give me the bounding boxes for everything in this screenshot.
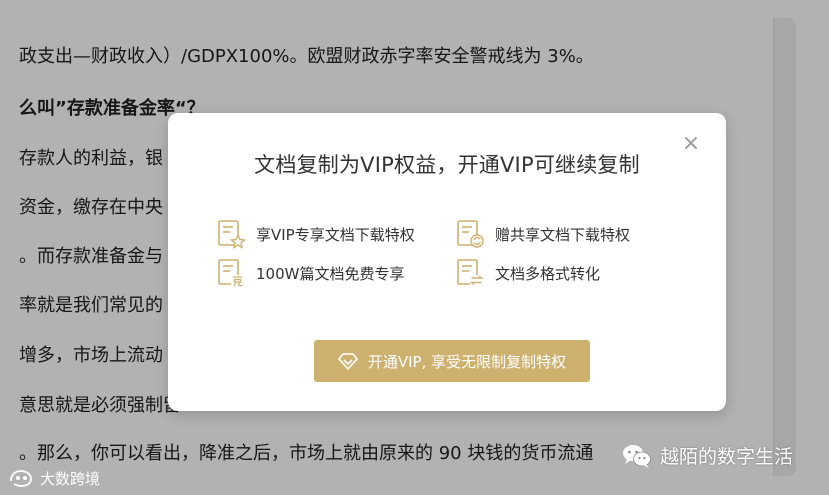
document-star-icon xyxy=(218,220,246,249)
benefit-label: 文档多格式转化 xyxy=(495,264,601,283)
vip-copy-dialog: 文档复制为VIP权益，开通VIP可继续复制 × 享VIP专享文档下载特权 赠共享… xyxy=(168,113,726,411)
document-convert-icon xyxy=(457,259,484,286)
benefit-free-documents: 100W篇文档免费专享 xyxy=(216,258,404,288)
benefit-shared-download: 赠共享文档下载特权 xyxy=(455,219,630,249)
benefit-label: 赠共享文档下载特权 xyxy=(495,225,631,244)
screen: 政支出—财政收入）/GDPX100%。欧盟财政赤字率安全警戒线为 3%。 么叫”… xyxy=(0,0,829,495)
watermark-logo-icon xyxy=(10,470,32,487)
close-icon[interactable]: × xyxy=(680,133,702,155)
watermark-right: 越陌的数字生活 xyxy=(622,442,793,469)
benefit-vip-download: 享VIP专享文档下载特权 xyxy=(216,219,415,249)
document-free-icon xyxy=(218,259,244,287)
dialog-title: 文档复制为VIP权益，开通VIP可继续复制 xyxy=(254,153,640,177)
benefit-label: 100W篇文档免费专享 xyxy=(256,264,405,283)
watermark-left-text: 大数跨境 xyxy=(40,469,101,488)
wechat-icon xyxy=(623,444,651,468)
benefit-label: 享VIP专享文档下载特权 xyxy=(256,225,415,244)
watermark-left: 大数跨境 xyxy=(8,467,100,489)
open-vip-button[interactable]: 开通VIP, 享受无限制复制特权 xyxy=(314,340,590,382)
diamond-icon xyxy=(338,353,358,370)
watermark-right-text: 越陌的数字生活 xyxy=(660,446,794,468)
benefit-format-conversion: 文档多格式转化 xyxy=(455,258,600,288)
open-vip-button-label: 开通VIP, 享受无限制复制特权 xyxy=(367,352,567,371)
document-refresh-icon xyxy=(457,220,484,248)
